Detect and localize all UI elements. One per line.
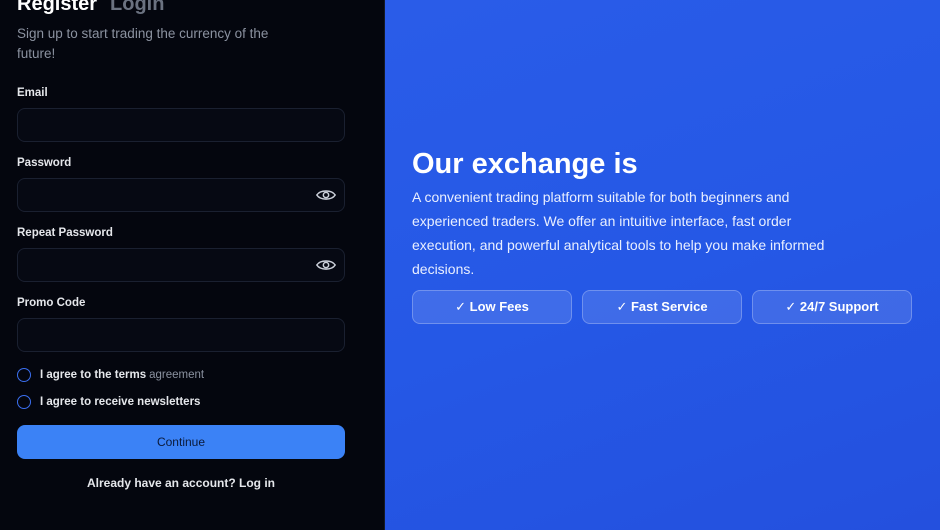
terms-checkbox[interactable] [17,368,31,382]
promo-code-label: Promo Code [17,297,86,309]
email-label: Email [17,87,48,99]
newsletter-label: I agree to receive newsletters [40,396,201,408]
email-field[interactable] [17,108,345,142]
password-field[interactable] [17,178,345,212]
tab-register[interactable]: Register [17,0,97,16]
newsletter-checkbox[interactable] [17,395,31,409]
feature-pills: ✓ Low Fees ✓ Fast Service ✓ 24/7 Support [412,290,912,324]
show-repeat-password-eye-icon[interactable] [316,257,336,273]
repeat-password-field[interactable] [17,248,345,282]
hero-title: Our exchange is [412,148,638,180]
auth-tabs: Register Login [17,0,164,16]
hero-panel: Our exchange is A convenient trading pla… [385,0,940,530]
terms-agreement-link[interactable]: agreement [149,369,204,381]
feature-low-fees: ✓ Low Fees [412,290,572,324]
show-password-eye-icon[interactable] [316,187,336,203]
continue-button[interactable]: Continue [17,425,345,459]
feature-fast-service: ✓ Fast Service [582,290,742,324]
newsletter-checkbox-row[interactable]: I agree to receive newsletters [17,395,200,409]
repeat-password-label: Repeat Password [17,227,113,239]
password-label: Password [17,157,72,169]
feature-support: ✓ 24/7 Support [752,290,912,324]
hero-description: A convenient trading platform suitable f… [412,189,825,277]
terms-checkbox-row[interactable]: I agree to the terms agreement [17,368,204,382]
login-link[interactable]: Already have an account? Log in [17,476,345,490]
register-panel: Register Login Sign up to start trading … [0,0,385,530]
page-subtitle: Sign up to start trading the currency of… [17,26,269,61]
terms-label: I agree to the terms [40,369,147,381]
promo-code-field[interactable] [17,318,345,352]
tab-login[interactable]: Login [110,0,164,16]
